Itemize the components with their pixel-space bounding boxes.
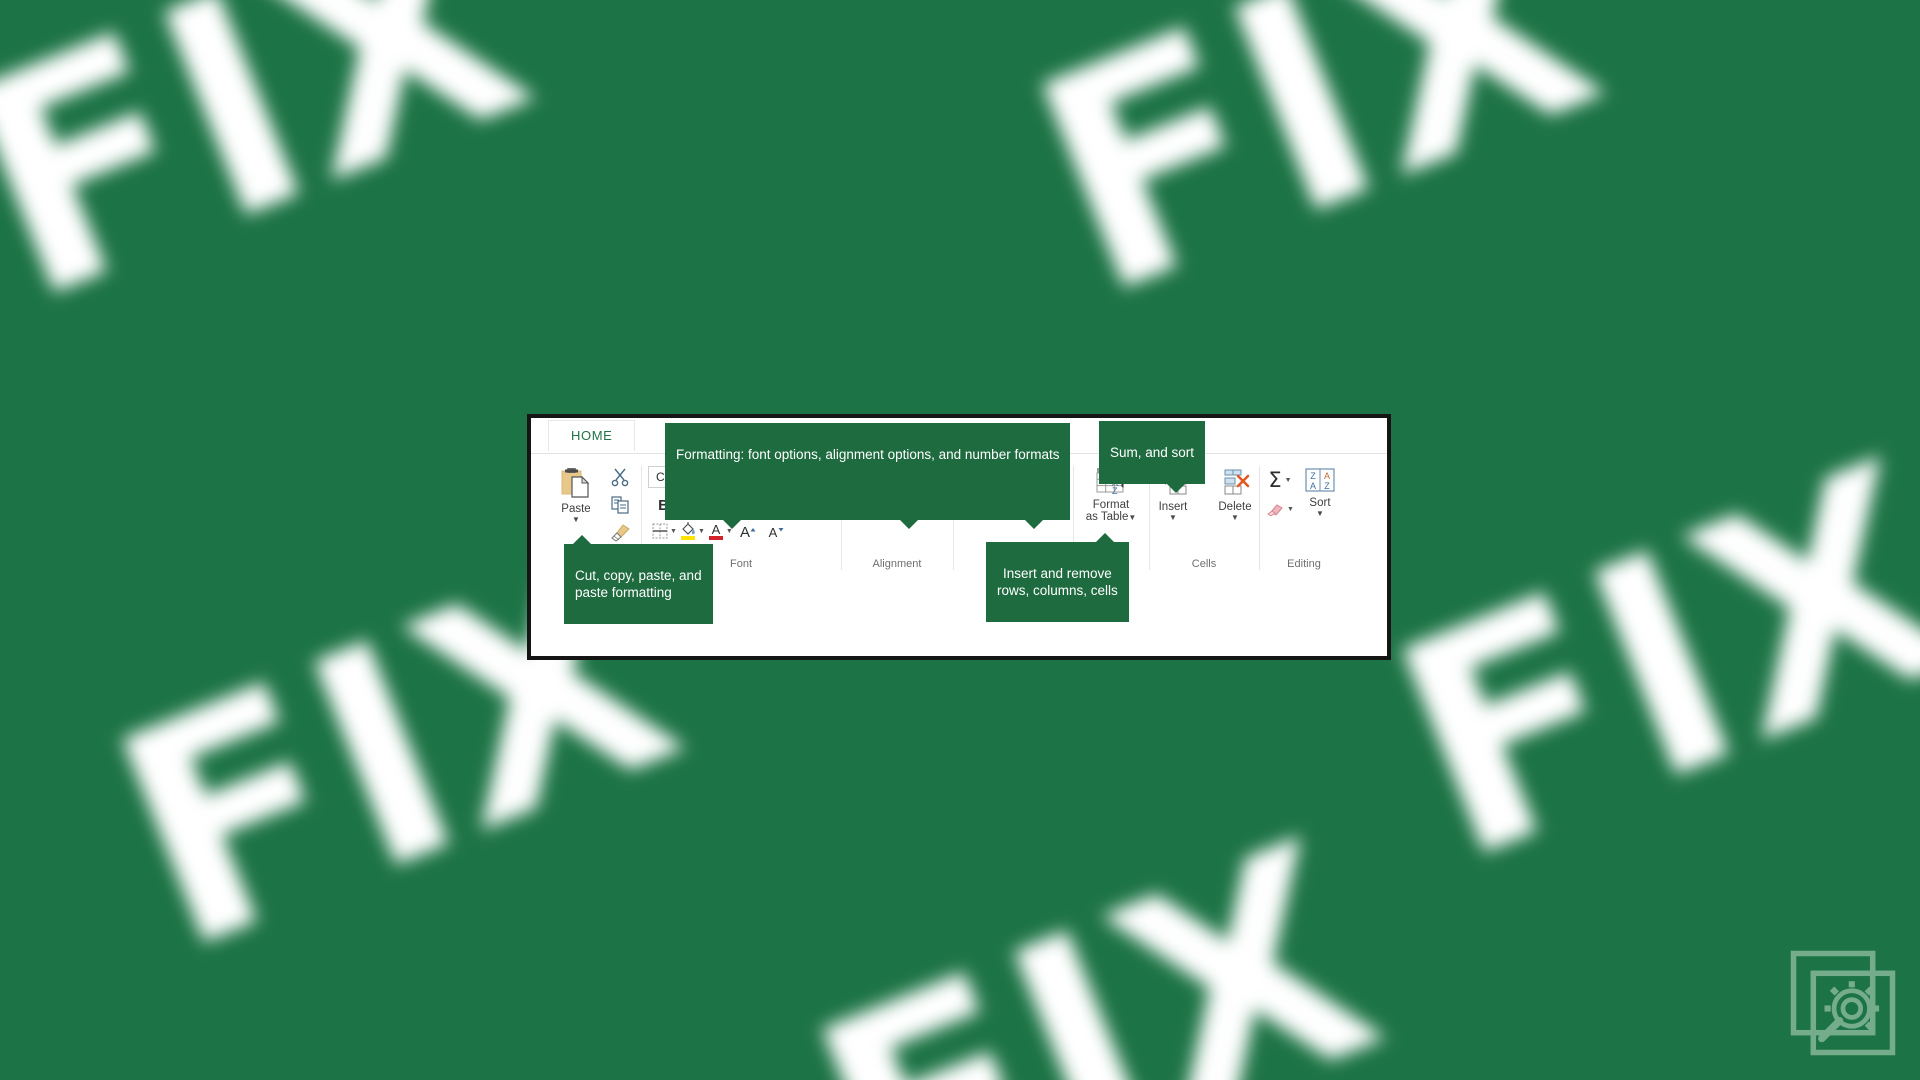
watermark-text: FIX bbox=[0, 0, 570, 369]
callout-sum-sort: Sum, and sort bbox=[1099, 421, 1206, 493]
chevron-down-icon: ▼ bbox=[1284, 476, 1292, 484]
sort-button[interactable]: Z A A Z Sort ▼ bbox=[1298, 466, 1342, 518]
chevron-down-icon: ▼ bbox=[1287, 505, 1294, 513]
callout-cut-copy-paste-text: Cut, copy, paste, and paste formatting bbox=[575, 568, 702, 600]
ribbon-group-editing: Σ ▼ ▼ Z A A Z Sort ▼ Editing bbox=[1259, 460, 1349, 572]
callout-arrow-down-icon bbox=[1025, 520, 1043, 529]
sort-caret: ▼ bbox=[1316, 509, 1324, 518]
format-as-table-label-2: as Table bbox=[1085, 511, 1129, 523]
decrease-font-size-button[interactable]: A bbox=[763, 520, 789, 542]
tab-home[interactable]: HOME bbox=[548, 420, 636, 451]
svg-text:Z: Z bbox=[1310, 471, 1316, 481]
callout-arrow-down-icon bbox=[723, 520, 741, 529]
clear-button[interactable]: ▼ bbox=[1266, 502, 1294, 516]
insert-caret: ▼ bbox=[1169, 513, 1177, 522]
delete-cells-icon bbox=[1224, 469, 1250, 495]
borders-icon bbox=[652, 523, 668, 539]
fill-bucket-icon bbox=[680, 522, 695, 540]
group-label-alignment: Alignment bbox=[872, 558, 922, 570]
fill-color-button[interactable]: ▼ bbox=[679, 520, 705, 542]
svg-text:Z: Z bbox=[1112, 486, 1118, 496]
svg-text:A: A bbox=[740, 524, 750, 541]
svg-text:A: A bbox=[1310, 481, 1316, 491]
borders-button[interactable]: ▼ bbox=[651, 520, 677, 542]
excel-ribbon-panel: HOME Paste ▼ B ▼ ▼ A ▼ A A Font Alignmen… bbox=[527, 414, 1391, 660]
copy-button[interactable] bbox=[606, 492, 634, 518]
sort-label: Sort bbox=[1309, 497, 1331, 509]
watermark-text: FIX bbox=[774, 776, 1420, 1080]
paintbrush-icon bbox=[611, 524, 630, 542]
decrease-font-icon: A bbox=[768, 525, 784, 540]
svg-text:Z: Z bbox=[1324, 481, 1330, 491]
paste-button[interactable]: Paste ▼ bbox=[548, 464, 604, 524]
format-as-table-label-1: Format bbox=[1092, 499, 1130, 511]
group-label-cells: Cells bbox=[1191, 558, 1217, 570]
chevron-down-icon: ▼ bbox=[697, 527, 705, 535]
eraser-icon bbox=[1267, 504, 1283, 516]
format-painter-button[interactable] bbox=[606, 520, 634, 546]
copy-icon bbox=[611, 496, 629, 514]
sigma-icon: Σ bbox=[1268, 468, 1282, 492]
delete-cells-button[interactable]: Delete ▼ bbox=[1207, 466, 1263, 522]
chevron-down-icon: ▼ bbox=[670, 527, 677, 535]
paste-caret: ▼ bbox=[572, 515, 580, 524]
svg-text:A: A bbox=[1324, 471, 1330, 481]
group-label-editing: Editing bbox=[1287, 558, 1321, 570]
callout-insert-remove-text: Insert and remove rows, columns, cells bbox=[997, 566, 1118, 598]
cut-button[interactable] bbox=[606, 464, 634, 490]
callout-formatting: Formatting: font options, alignment opti… bbox=[665, 423, 1071, 529]
scissors-icon bbox=[611, 468, 629, 487]
delete-label: Delete bbox=[1218, 501, 1252, 513]
sort-az-icon: Z A A Z bbox=[1305, 468, 1335, 492]
autosum-button[interactable]: Σ ▼ bbox=[1268, 468, 1292, 492]
svg-text:A: A bbox=[768, 525, 777, 540]
paste-clipboard-icon bbox=[561, 468, 590, 498]
callout-formatting-text: Formatting: font options, alignment opti… bbox=[676, 447, 1060, 462]
paste-label: Paste bbox=[561, 503, 591, 515]
format-as-table-caret: ▼ bbox=[1128, 513, 1137, 522]
gear-magnifier-logo-icon bbox=[1790, 950, 1896, 1056]
svg-text:A: A bbox=[712, 522, 721, 537]
delete-caret: ▼ bbox=[1231, 513, 1239, 522]
group-label-font: Font bbox=[729, 558, 752, 570]
callout-sum-sort-text: Sum, and sort bbox=[1110, 445, 1195, 460]
callout-arrow-up-icon bbox=[1096, 533, 1114, 542]
watermark-text: FIX bbox=[994, 0, 1640, 364]
callout-cut-copy-paste: Cut, copy, paste, and paste formatting bbox=[564, 535, 713, 624]
callout-insert-remove: Insert and remove rows, columns, cells bbox=[986, 533, 1129, 622]
watermark-text: FIX bbox=[1354, 396, 1920, 929]
insert-label: Insert bbox=[1158, 501, 1188, 513]
callout-arrow-up-icon bbox=[573, 535, 591, 544]
callout-arrow-down-icon bbox=[1167, 484, 1185, 493]
callout-arrow-down-icon bbox=[900, 520, 918, 529]
